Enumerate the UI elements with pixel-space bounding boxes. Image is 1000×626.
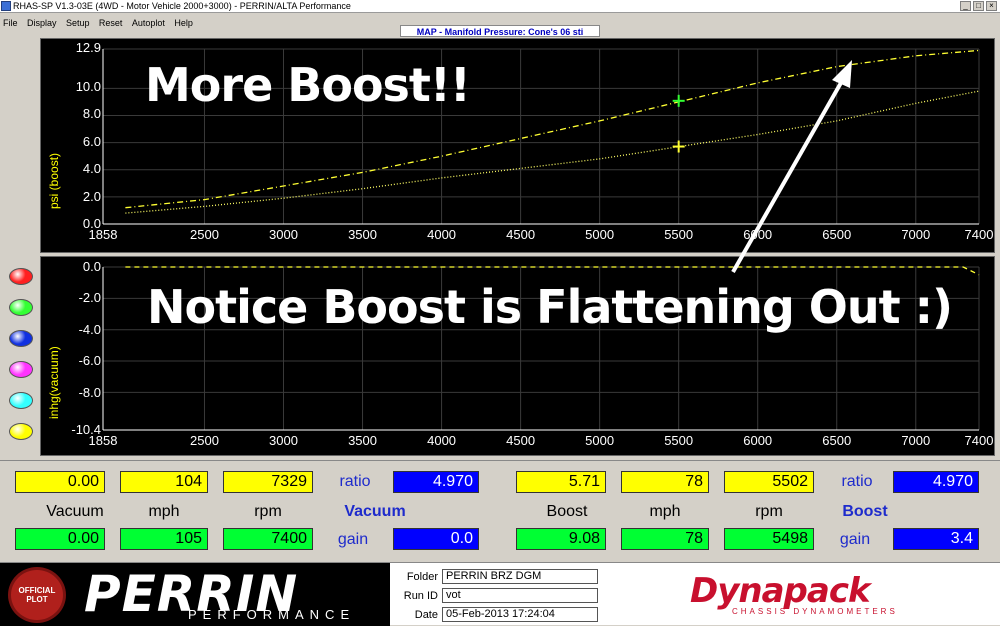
folder-label: Folder xyxy=(406,571,438,583)
date-field[interactable]: 05-Feb-2013 17:24:04 xyxy=(442,607,598,622)
perrin-banner: OFFICIAL PLOT PERRIN PERFORMANCE xyxy=(0,563,390,626)
app-window: RHAS-SP V1.3-03E (4WD - Motor Vehicle 20… xyxy=(0,0,1000,626)
seal-text: OFFICIAL PLOT xyxy=(18,586,56,604)
mph-value-box-2: 105 xyxy=(120,528,208,550)
mph-label-right: mph xyxy=(649,503,681,520)
rpm-value-box-right: 5502 xyxy=(724,471,814,493)
boost-value-box-2: 9.08 xyxy=(516,528,606,550)
gain-label: gain xyxy=(337,531,369,548)
arrow-head-icon xyxy=(832,60,852,88)
rpm-value-box-right-2: 5498 xyxy=(724,528,814,550)
ratio-value-box: 4.970 xyxy=(393,471,479,493)
ratio-label: ratio xyxy=(339,473,371,490)
rpm-value-box: 7329 xyxy=(223,471,313,493)
runid-label: Run ID xyxy=(403,590,438,602)
arrow-shaft xyxy=(731,73,848,273)
perrin-logo-subtitle: PERFORMANCE xyxy=(188,607,356,622)
mph-value-box-right-2: 78 xyxy=(621,528,709,550)
rpm-label: rpm xyxy=(254,503,282,520)
rpm-value-box-2: 7400 xyxy=(223,528,313,550)
mph-value-box: 104 xyxy=(120,471,208,493)
vacuum-label: Vacuum xyxy=(46,503,104,520)
folder-field[interactable]: PERRIN BRZ DGM xyxy=(442,569,598,584)
footer: OFFICIAL PLOT PERRIN PERFORMANCE Folder … xyxy=(0,562,1000,626)
boost-value-box: 5.71 xyxy=(516,471,606,493)
gain-value-box: 0.0 xyxy=(393,528,479,550)
ratio-label-right: ratio xyxy=(841,473,873,490)
runid-field[interactable]: vot xyxy=(442,588,598,603)
rpm-label-right: rpm xyxy=(755,503,783,520)
mph-label: mph xyxy=(148,503,180,520)
dynapack-logo-subtitle: CHASSIS DYNAMOMETERS xyxy=(732,607,898,616)
vacuum-value-box: 0.00 xyxy=(15,471,105,493)
gain-value-box-right: 3.4 xyxy=(893,528,979,550)
date-label: Date xyxy=(414,609,438,621)
official-plot-seal: OFFICIAL PLOT xyxy=(8,567,66,623)
vacuum-value-box-2: 0.00 xyxy=(15,528,105,550)
gain-label-right: gain xyxy=(839,531,871,548)
vacuum-section-title: Vacuum xyxy=(344,503,406,520)
boost-label: Boost xyxy=(546,503,588,520)
mph-value-box-right: 78 xyxy=(621,471,709,493)
ratio-value-box-right: 4.970 xyxy=(893,471,979,493)
readout-panel: 0.00 104 7329 ratio 4.970 Vacuum mph rpm… xyxy=(0,460,1000,560)
dynapack-logo: Dynapack xyxy=(690,571,871,611)
boost-section-title: Boost xyxy=(842,503,888,520)
